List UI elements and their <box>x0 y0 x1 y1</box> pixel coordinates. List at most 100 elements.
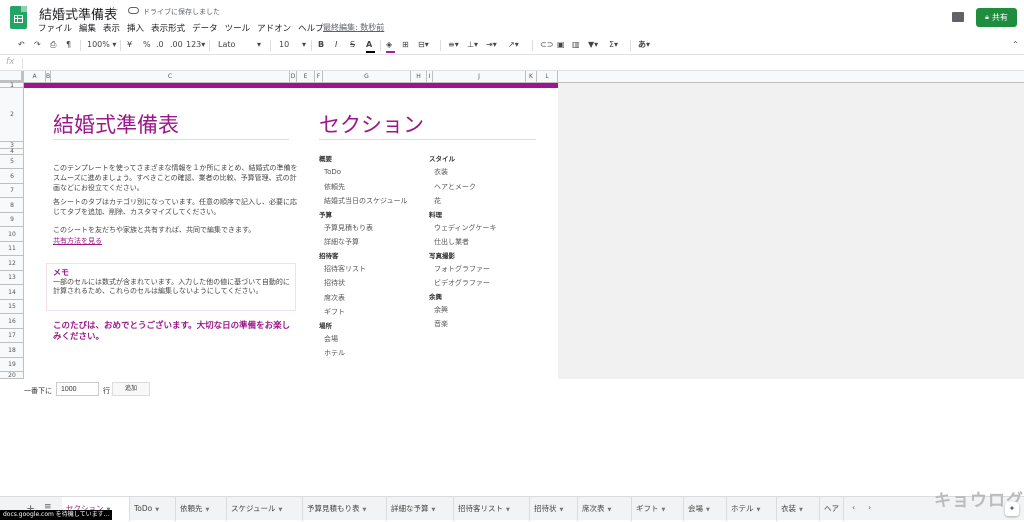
tab-hair[interactable]: ヘア <box>820 497 844 521</box>
tab-detailed-budget[interactable]: 詳細な予算 ▼ <box>387 497 454 521</box>
sheet-canvas[interactable]: 結婚式準備表 セクション このテンプレートを使ってさまざまな情報を１か所にまとめ… <box>24 83 558 379</box>
redo-icon[interactable]: ↷ <box>34 39 41 51</box>
column-header[interactable]: H <box>411 71 427 83</box>
tab-todo[interactable]: ToDo ▼ <box>130 497 176 521</box>
section-link-hair-makeup[interactable]: ヘアとメーク <box>429 180 497 195</box>
percent-button[interactable]: % <box>143 39 151 51</box>
section-link-hotel[interactable]: ホテル <box>319 346 408 361</box>
section-link-invitations[interactable]: 招待状 <box>319 276 408 291</box>
font-select[interactable]: Lato <box>218 39 235 51</box>
row-header[interactable]: 9 <box>0 213 24 227</box>
share-help-link[interactable]: 共有方法を見る <box>53 236 102 246</box>
increase-decimal-button[interactable]: .00 <box>170 39 183 51</box>
document-title[interactable]: 結婚式準備表 <box>39 4 117 23</box>
bold-button[interactable]: B <box>318 39 324 51</box>
star-icon[interactable]: ☆ <box>108 4 119 18</box>
tab-hotel[interactable]: ホテル ▼ <box>727 497 777 521</box>
strikethrough-button[interactable]: S <box>350 39 355 51</box>
formula-bar[interactable]: fx <box>0 56 1024 71</box>
row-header[interactable]: 20 <box>0 372 24 379</box>
last-edit-link[interactable]: 最終編集: 数秒前 <box>323 22 384 33</box>
tabs-scroll-right-icon[interactable]: › <box>868 503 871 512</box>
menu-edit[interactable]: 編集 <box>79 22 96 34</box>
number-format-select[interactable]: 123▾ <box>186 39 205 51</box>
paint-format-icon[interactable]: ¶ <box>66 39 71 51</box>
memo-text[interactable]: 一部のセルには数式が含まれています。入力した他の値に基づいて自動的に計算されるた… <box>53 278 296 296</box>
row-header[interactable]: 13 <box>0 271 24 285</box>
insert-comment-icon[interactable]: ▣ <box>557 39 565 51</box>
menu-help[interactable]: ヘルプ <box>298 22 324 34</box>
section-link-music[interactable]: 音楽 <box>429 317 497 332</box>
insert-chart-icon[interactable]: ▥ <box>572 39 580 51</box>
menu-view[interactable]: 表示 <box>103 22 120 34</box>
menu-data[interactable]: データ <box>192 22 218 34</box>
merge-cells-icon[interactable]: ⊟▾ <box>418 39 429 51</box>
tab-attire[interactable]: 衣装 ▼ <box>777 497 820 521</box>
row-header[interactable]: 2 <box>0 88 24 142</box>
text-color-button[interactable]: A <box>366 39 372 51</box>
intro-paragraph[interactable]: このテンプレートを使ってさまざまな情報を１か所にまとめ、結婚式の準備をスムーズに… <box>53 163 298 193</box>
tab-invitations[interactable]: 招待状 ▼ <box>530 497 578 521</box>
row-header[interactable]: 18 <box>0 343 24 358</box>
section-link-entertainment[interactable]: 余興 <box>429 303 497 318</box>
print-icon[interactable]: ⎙ <box>50 39 56 51</box>
tab-budget-estimate[interactable]: 予算見積もり表 ▼ <box>303 497 387 521</box>
font-select-caret-icon[interactable]: ▾ <box>257 39 261 51</box>
functions-icon[interactable]: Σ▾ <box>609 39 618 51</box>
zoom-select[interactable]: 100% ▾ <box>87 39 116 51</box>
row-header[interactable]: 12 <box>0 256 24 271</box>
column-header[interactable]: L <box>537 71 558 83</box>
row-header[interactable]: 14 <box>0 285 24 300</box>
font-size-caret-icon[interactable]: ▾ <box>302 39 306 51</box>
align-vertical-icon[interactable]: ⊥▾ <box>467 39 478 51</box>
section-link-todo[interactable]: ToDo <box>319 165 408 180</box>
tab-gifts[interactable]: ギフト ▼ <box>632 497 684 521</box>
column-header[interactable]: J <box>433 71 526 83</box>
section-link-gifts[interactable]: ギフト <box>319 305 408 320</box>
row-header[interactable]: 10 <box>0 227 24 242</box>
section-link-guest-list[interactable]: 招待客リスト <box>319 262 408 277</box>
section-link-photographer[interactable]: フォトグラファー <box>429 262 497 277</box>
font-size-select[interactable]: 10 <box>279 39 289 51</box>
menu-format[interactable]: 表示形式 <box>151 22 185 34</box>
column-header[interactable]: C <box>51 71 290 83</box>
section-link-seating[interactable]: 席次表 <box>319 291 408 306</box>
row-header[interactable]: 15 <box>0 300 24 314</box>
tab-guest-list[interactable]: 招待客リスト ▼ <box>454 497 530 521</box>
section-link-venue[interactable]: 会場 <box>319 332 408 347</box>
section-link-flowers[interactable]: 花 <box>429 194 497 209</box>
column-header[interactable]: E <box>297 71 315 83</box>
italic-button[interactable]: I <box>335 39 337 51</box>
section-link-videographer[interactable]: ビデオグラファー <box>429 276 497 291</box>
menu-addons[interactable]: アドオン <box>257 22 291 34</box>
tab-vendors[interactable]: 依頼先 ▼ <box>176 497 227 521</box>
section-link-detailed-budget[interactable]: 詳細な予算 <box>319 235 408 250</box>
row-header[interactable]: 11 <box>0 242 24 256</box>
comment-icon[interactable] <box>952 12 964 22</box>
sheets-logo-icon[interactable] <box>10 6 27 29</box>
section-title[interactable]: セクション <box>319 109 424 139</box>
decrease-decimal-button[interactable]: .0 <box>156 39 164 51</box>
row-header[interactable]: 17 <box>0 329 24 343</box>
align-horizontal-icon[interactable]: ≡▾ <box>448 39 459 51</box>
row-header[interactable]: 6 <box>0 169 24 184</box>
filter-icon[interactable]: ▼▾ <box>588 39 598 51</box>
fill-color-icon[interactable]: ◈ <box>386 39 392 51</box>
intro-paragraph[interactable]: このシートを友だちや家族と共有すれば、共同で編集できます。 <box>53 225 298 235</box>
intro-paragraph[interactable]: 各シートのタブはカテゴリ別になっています。任意の順序で記入し、必要に応じてタブを… <box>53 197 298 217</box>
row-header[interactable]: 7 <box>0 184 24 198</box>
text-wrap-icon[interactable]: ⇥▾ <box>486 39 497 51</box>
column-header[interactable]: F <box>315 71 323 83</box>
menu-file[interactable]: ファイル <box>38 22 72 34</box>
menu-insert[interactable]: 挿入 <box>127 22 144 34</box>
section-link-attire[interactable]: 衣装 <box>429 165 497 180</box>
undo-icon[interactable]: ↶ <box>18 39 25 51</box>
share-button[interactable]: 🔒︎ 共有 <box>976 8 1017 27</box>
sheet-title[interactable]: 結婚式準備表 <box>53 109 179 139</box>
insert-link-icon[interactable]: ⊂⊃ <box>540 39 553 51</box>
section-link-budget-estimate[interactable]: 予算見積もり表 <box>319 221 408 236</box>
memo-title[interactable]: メモ <box>53 267 69 278</box>
tab-venue[interactable]: 会場 ▼ <box>684 497 727 521</box>
explore-icon[interactable]: ✦ <box>1005 502 1019 516</box>
column-header[interactable]: K <box>526 71 537 83</box>
